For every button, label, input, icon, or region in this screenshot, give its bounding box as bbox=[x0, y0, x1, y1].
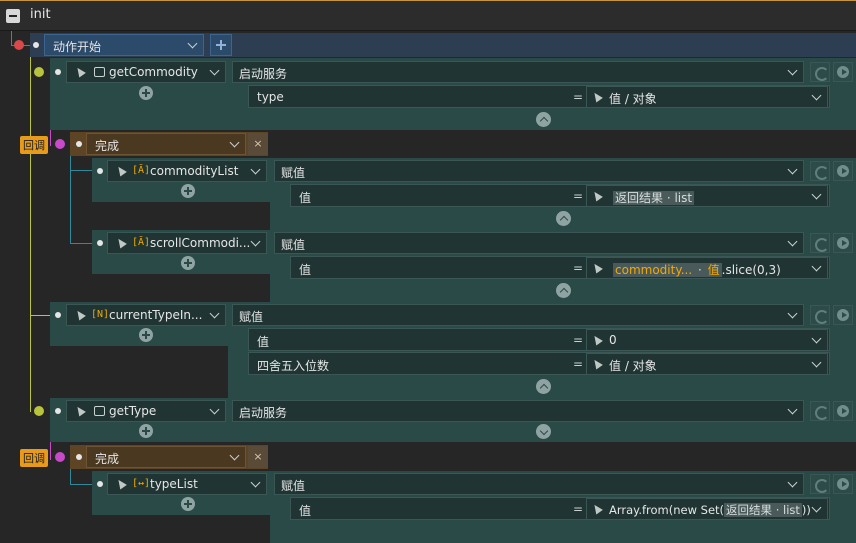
cursor-icon bbox=[74, 404, 86, 417]
service-select[interactable]: 启动服务 bbox=[232, 400, 804, 422]
connector-line bbox=[70, 150, 71, 244]
page-title: init bbox=[30, 7, 51, 22]
refresh-icon[interactable] bbox=[810, 161, 830, 181]
collapse-up-icon[interactable] bbox=[556, 211, 571, 226]
connector-line bbox=[30, 45, 31, 412]
play-icon[interactable] bbox=[833, 161, 853, 181]
play-icon[interactable] bbox=[833, 401, 853, 421]
value-select[interactable]: Array.from(new Set(返回结果 · list)) bbox=[586, 498, 828, 520]
cursor-icon bbox=[115, 477, 127, 490]
connector-line bbox=[70, 484, 94, 485]
link-dot bbox=[34, 67, 44, 77]
expand-down-icon[interactable] bbox=[536, 424, 551, 439]
assign-select[interactable]: 赋值 bbox=[274, 160, 804, 182]
bullet-dot bbox=[76, 454, 82, 460]
value-select[interactable]: 值 / 对象 bbox=[586, 353, 828, 375]
add-child-icon[interactable] bbox=[139, 328, 153, 342]
bullet-dot bbox=[76, 141, 82, 147]
assign-select[interactable]: 赋值 bbox=[274, 232, 804, 254]
collapse-up-icon[interactable] bbox=[556, 283, 571, 298]
value-select[interactable]: 返回结果 · list bbox=[586, 185, 828, 207]
assign-select[interactable]: 赋值 bbox=[274, 473, 804, 495]
refresh-icon[interactable] bbox=[810, 233, 830, 253]
cursor-icon bbox=[74, 65, 86, 78]
service-select[interactable]: 启动服务 bbox=[232, 61, 804, 83]
refresh-icon[interactable] bbox=[810, 474, 830, 494]
add-child-icon[interactable] bbox=[181, 184, 195, 198]
bullet-dot bbox=[55, 312, 61, 318]
play-icon[interactable] bbox=[833, 474, 853, 494]
bullet-dot bbox=[97, 168, 103, 174]
cursor-icon bbox=[591, 189, 603, 202]
list-icon: [↔] bbox=[132, 478, 151, 489]
commodityList-select[interactable]: [Ā] commodityList bbox=[107, 160, 267, 182]
refresh-icon[interactable] bbox=[810, 401, 830, 421]
bullet-dot bbox=[55, 69, 61, 75]
collapse-up-icon[interactable] bbox=[536, 112, 551, 127]
bullet-dot bbox=[33, 42, 39, 48]
cursor-icon bbox=[591, 90, 603, 103]
action-select[interactable]: 动作开始 bbox=[44, 34, 204, 56]
cursor-icon bbox=[591, 333, 603, 346]
callback-tag: 回调 bbox=[20, 136, 48, 154]
done-select[interactable]: 完成 bbox=[86, 133, 246, 155]
service-icon bbox=[94, 406, 105, 416]
currentTypeIndex-select[interactable]: [N] currentTypeIn... bbox=[66, 304, 226, 326]
close-icon[interactable]: × bbox=[248, 133, 268, 155]
refresh-icon[interactable] bbox=[810, 62, 830, 82]
assign-select[interactable]: 赋值 bbox=[232, 304, 804, 326]
array-icon: [Ā] bbox=[132, 237, 151, 248]
done-select[interactable]: 完成 bbox=[86, 446, 246, 468]
service-icon bbox=[94, 67, 105, 77]
link-dot bbox=[55, 452, 65, 462]
bullet-dot bbox=[97, 240, 103, 246]
link-dot bbox=[55, 139, 65, 149]
title-bar bbox=[0, 0, 856, 31]
refresh-icon[interactable] bbox=[810, 305, 830, 325]
collapse-icon[interactable] bbox=[6, 9, 20, 23]
bullet-dot bbox=[55, 408, 61, 414]
play-icon[interactable] bbox=[833, 305, 853, 325]
add-child-icon[interactable] bbox=[139, 424, 153, 438]
connector-line bbox=[11, 31, 12, 45]
cursor-icon bbox=[74, 308, 86, 321]
connector-line bbox=[70, 243, 94, 244]
add-action-button[interactable] bbox=[210, 34, 232, 56]
callback-tag: 回调 bbox=[20, 449, 48, 467]
getCommodity-select[interactable]: getCommodity bbox=[66, 61, 226, 83]
collapse-up-icon[interactable] bbox=[536, 379, 551, 394]
add-child-icon[interactable] bbox=[139, 86, 153, 100]
array-icon: [Ā] bbox=[132, 165, 151, 176]
link-dot bbox=[14, 40, 24, 50]
scrollCommodity-select[interactable]: [Ā] scrollCommodi... bbox=[107, 232, 267, 254]
play-icon[interactable] bbox=[833, 62, 853, 82]
type-value-select[interactable]: 值 / 对象 bbox=[586, 86, 828, 108]
getType-select[interactable]: getType bbox=[66, 400, 226, 422]
cursor-icon bbox=[115, 164, 127, 177]
cursor-icon bbox=[591, 261, 603, 274]
connector-line bbox=[30, 315, 52, 316]
link-dot bbox=[34, 406, 44, 416]
close-icon[interactable]: × bbox=[248, 446, 268, 468]
cursor-icon bbox=[115, 236, 127, 249]
value-select[interactable]: 0 bbox=[586, 329, 828, 351]
add-child-icon[interactable] bbox=[181, 497, 195, 511]
add-child-icon[interactable] bbox=[181, 256, 195, 270]
value-select[interactable]: commodity... · 值 .slice(0,3) bbox=[586, 257, 828, 279]
cursor-icon bbox=[591, 357, 603, 370]
cursor-icon bbox=[591, 502, 603, 515]
typeList-select[interactable]: [↔] typeList bbox=[107, 473, 267, 495]
bullet-dot bbox=[97, 481, 103, 487]
play-icon[interactable] bbox=[833, 233, 853, 253]
number-icon: [N] bbox=[91, 309, 110, 320]
connector-line bbox=[70, 170, 94, 171]
